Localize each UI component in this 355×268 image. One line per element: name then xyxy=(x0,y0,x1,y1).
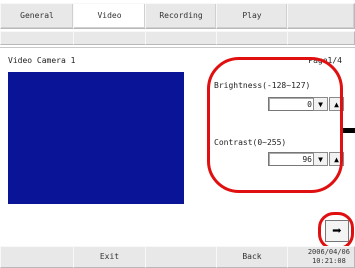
date-text: 2006/04/06 xyxy=(307,248,350,256)
section-title: Video Camera 1 xyxy=(8,56,76,65)
time-text: 10:21:08 xyxy=(312,257,346,265)
screen: General Video Recording Play Video Camer… xyxy=(0,0,355,268)
exit-button[interactable]: Exit xyxy=(73,246,146,268)
video-preview xyxy=(8,72,184,204)
sub-cell xyxy=(287,31,355,45)
sub-cell xyxy=(216,31,288,45)
tab-play[interactable]: Play xyxy=(216,3,288,29)
tab-general[interactable]: General xyxy=(0,3,74,29)
bottom-cell xyxy=(145,246,217,268)
datetime-display: 2006/04/06 10:21:08 xyxy=(308,248,350,266)
sub-cell xyxy=(145,31,217,45)
right-arrow-icon: ➡ xyxy=(332,221,342,240)
panel-divider xyxy=(0,47,355,48)
tab-bar: General Video Recording Play xyxy=(0,3,355,31)
side-marker xyxy=(343,128,355,133)
datetime-cell: 2006/04/06 10:21:08 xyxy=(287,246,355,268)
tab-recording[interactable]: Recording xyxy=(145,3,217,29)
sub-tab-strip xyxy=(0,31,355,45)
next-button[interactable]: ➡ xyxy=(325,220,349,242)
highlight-oval xyxy=(207,57,343,193)
sub-cell xyxy=(0,31,74,45)
tab-empty xyxy=(287,3,355,29)
tab-video[interactable]: Video xyxy=(73,3,146,29)
bottom-bar: Exit Back 2006/04/06 10:21:08 xyxy=(0,246,355,268)
sub-cell xyxy=(73,31,146,45)
back-button[interactable]: Back xyxy=(216,246,288,268)
bottom-cell xyxy=(0,246,74,268)
